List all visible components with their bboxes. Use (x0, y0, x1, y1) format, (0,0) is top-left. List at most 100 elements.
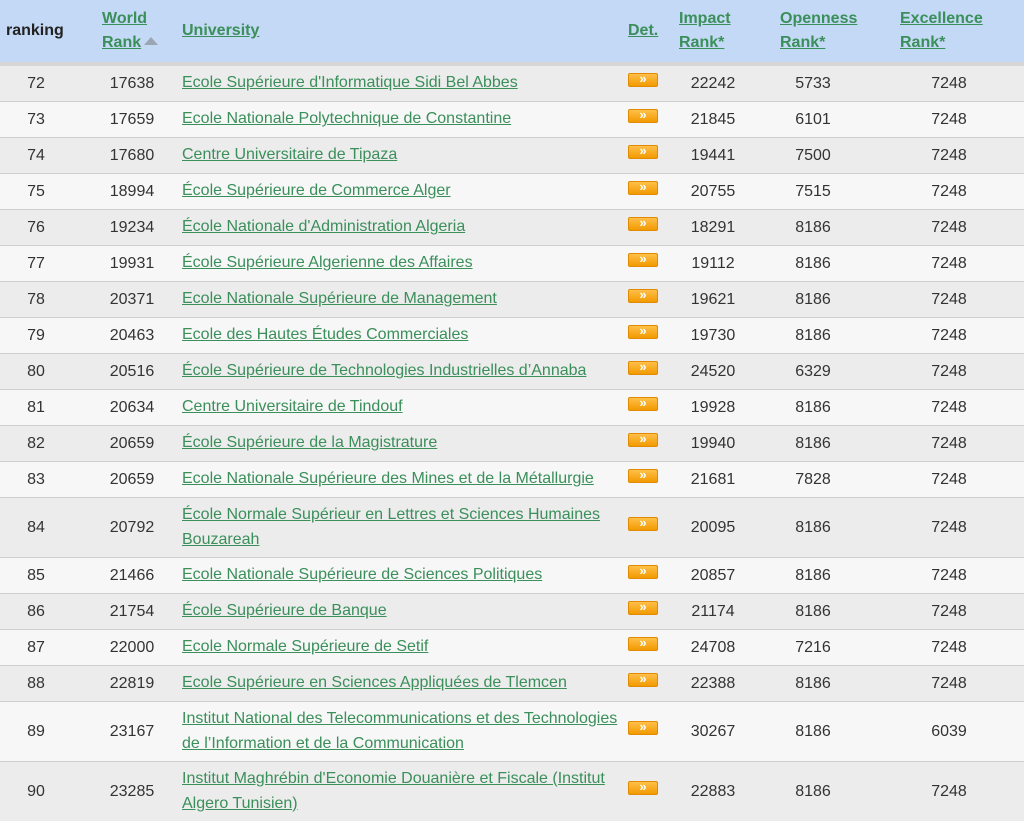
impact-rank-sort-link[interactable]: Impact Rank* (679, 7, 731, 55)
details-arrow-icon[interactable] (628, 565, 658, 579)
university-link[interactable]: Ecole Nationale Supérieure de Sciences P… (182, 566, 542, 583)
university-link[interactable]: École Normale Supérieur en Lettres et Sc… (182, 506, 600, 548)
world-rank-header[interactable]: World Rank (86, 0, 180, 64)
world-rank-cell: 20659 (86, 426, 180, 462)
table-row: 8220659École Supérieure de la Magistratu… (0, 426, 1024, 462)
details-arrow-icon[interactable] (628, 397, 658, 411)
details-cell (627, 462, 674, 498)
impact-rank-header[interactable]: Impact Rank* (674, 0, 752, 64)
university-link[interactable]: École Supérieure Algerienne des Affaires (182, 254, 473, 271)
excellence-rank-header[interactable]: Excellence Rank* (874, 0, 1024, 64)
openness-rank-cell: 7828 (752, 462, 874, 498)
openness-rank-cell: 8186 (752, 282, 874, 318)
ranking-cell: 89 (0, 702, 86, 762)
ranking-cell: 72 (0, 64, 86, 102)
excellence-rank-cell: 7248 (874, 138, 1024, 174)
details-cell (627, 354, 674, 390)
university-link[interactable]: Ecole Supérieure d'Informatique Sidi Bel… (182, 74, 518, 91)
impact-rank-cell: 24708 (674, 630, 752, 666)
university-link[interactable]: École Nationale d'Administration Algeria (182, 218, 465, 235)
ranking-cell: 81 (0, 390, 86, 426)
university-link[interactable]: Ecole Supérieure en Sciences Appliquées … (182, 674, 567, 691)
excellence-rank-cell: 7248 (874, 426, 1024, 462)
university-cell: Ecole Nationale Supérieure des Mines et … (180, 462, 627, 498)
details-arrow-icon[interactable] (628, 109, 658, 123)
details-cell (627, 630, 674, 666)
details-arrow-icon[interactable] (628, 601, 658, 615)
ranking-cell: 83 (0, 462, 86, 498)
impact-rank-cell: 22242 (674, 64, 752, 102)
university-link[interactable]: École Supérieure de Technologies Industr… (182, 362, 586, 379)
excellence-rank-sort-link[interactable]: Excellence Rank* (900, 7, 983, 55)
university-link[interactable]: Ecole Nationale Polytechnique de Constan… (182, 110, 511, 127)
details-arrow-icon[interactable] (628, 181, 658, 195)
university-header[interactable]: University (180, 0, 627, 64)
world-rank-cell: 20371 (86, 282, 180, 318)
world-rank-cell: 20463 (86, 318, 180, 354)
world-rank-cell: 23167 (86, 702, 180, 762)
openness-rank-cell: 8186 (752, 498, 874, 558)
details-arrow-icon[interactable] (628, 673, 658, 687)
table-row: 8722000Ecole Normale Supérieure de Setif… (0, 630, 1024, 666)
table-row: 8320659Ecole Nationale Supérieure des Mi… (0, 462, 1024, 498)
world-rank-cell: 20516 (86, 354, 180, 390)
university-link[interactable]: Ecole Nationale Supérieure de Management (182, 290, 497, 307)
openness-rank-cell: 8186 (752, 666, 874, 702)
details-cell (627, 64, 674, 102)
ranking-cell: 80 (0, 354, 86, 390)
openness-rank-sort-link[interactable]: Openness Rank* (780, 7, 857, 55)
ranking-cell: 85 (0, 558, 86, 594)
impact-rank-cell: 19112 (674, 246, 752, 282)
details-arrow-icon[interactable] (628, 289, 658, 303)
ranking-cell: 79 (0, 318, 86, 354)
university-link[interactable]: Institut National des Telecommunications… (182, 710, 617, 752)
impact-rank-cell: 21681 (674, 462, 752, 498)
openness-rank-cell: 7500 (752, 138, 874, 174)
university-sort-link[interactable]: University (182, 19, 259, 43)
details-arrow-icon[interactable] (628, 781, 658, 795)
university-link[interactable]: École Supérieure de la Magistrature (182, 434, 437, 451)
world-rank-cell: 20792 (86, 498, 180, 558)
table-row: 8521466Ecole Nationale Supérieure de Sci… (0, 558, 1024, 594)
details-arrow-icon[interactable] (628, 361, 658, 375)
details-arrow-icon[interactable] (628, 325, 658, 339)
university-link[interactable]: École Supérieure de Commerce Alger (182, 182, 451, 199)
excellence-rank-cell: 7248 (874, 462, 1024, 498)
details-header[interactable]: Det. (627, 0, 674, 64)
world-rank-sort-link[interactable]: World Rank (102, 7, 158, 55)
university-cell: Institut National des Telecommunications… (180, 702, 627, 762)
excellence-rank-cell: 7248 (874, 762, 1024, 821)
excellence-rank-cell: 7248 (874, 666, 1024, 702)
university-link[interactable]: École Supérieure de Banque (182, 602, 387, 619)
details-arrow-icon[interactable] (628, 433, 658, 447)
details-arrow-icon[interactable] (628, 721, 658, 735)
ranking-cell: 84 (0, 498, 86, 558)
details-sort-link[interactable]: Det. (628, 19, 658, 43)
ranking-cell: 82 (0, 426, 86, 462)
ranking-cell: 90 (0, 762, 86, 821)
excellence-rank-cell: 7248 (874, 210, 1024, 246)
university-link[interactable]: Ecole Nationale Supérieure des Mines et … (182, 470, 594, 487)
details-arrow-icon[interactable] (628, 73, 658, 87)
excellence-rank-cell: 7248 (874, 318, 1024, 354)
university-link[interactable]: Centre Universitaire de Tindouf (182, 398, 403, 415)
details-cell (627, 558, 674, 594)
university-link[interactable]: Centre Universitaire de Tipaza (182, 146, 397, 163)
details-arrow-icon[interactable] (628, 517, 658, 531)
details-cell (627, 390, 674, 426)
details-cell (627, 318, 674, 354)
details-arrow-icon[interactable] (628, 217, 658, 231)
details-arrow-icon[interactable] (628, 469, 658, 483)
details-arrow-icon[interactable] (628, 253, 658, 267)
details-arrow-icon[interactable] (628, 145, 658, 159)
university-cell: École Supérieure de Technologies Industr… (180, 354, 627, 390)
openness-rank-header[interactable]: Openness Rank* (752, 0, 874, 64)
university-link[interactable]: Ecole Normale Supérieure de Setif (182, 638, 428, 655)
ranking-table: ranking World Rank University Det. Impac… (0, 0, 1024, 821)
world-rank-cell: 17659 (86, 102, 180, 138)
university-link[interactable]: Ecole des Hautes Études Commerciales (182, 326, 468, 343)
university-cell: Institut Maghrébin d'Economie Douanière … (180, 762, 627, 821)
university-link[interactable]: Institut Maghrébin d'Economie Douanière … (182, 770, 605, 812)
details-arrow-icon[interactable] (628, 637, 658, 651)
ranking-cell: 74 (0, 138, 86, 174)
